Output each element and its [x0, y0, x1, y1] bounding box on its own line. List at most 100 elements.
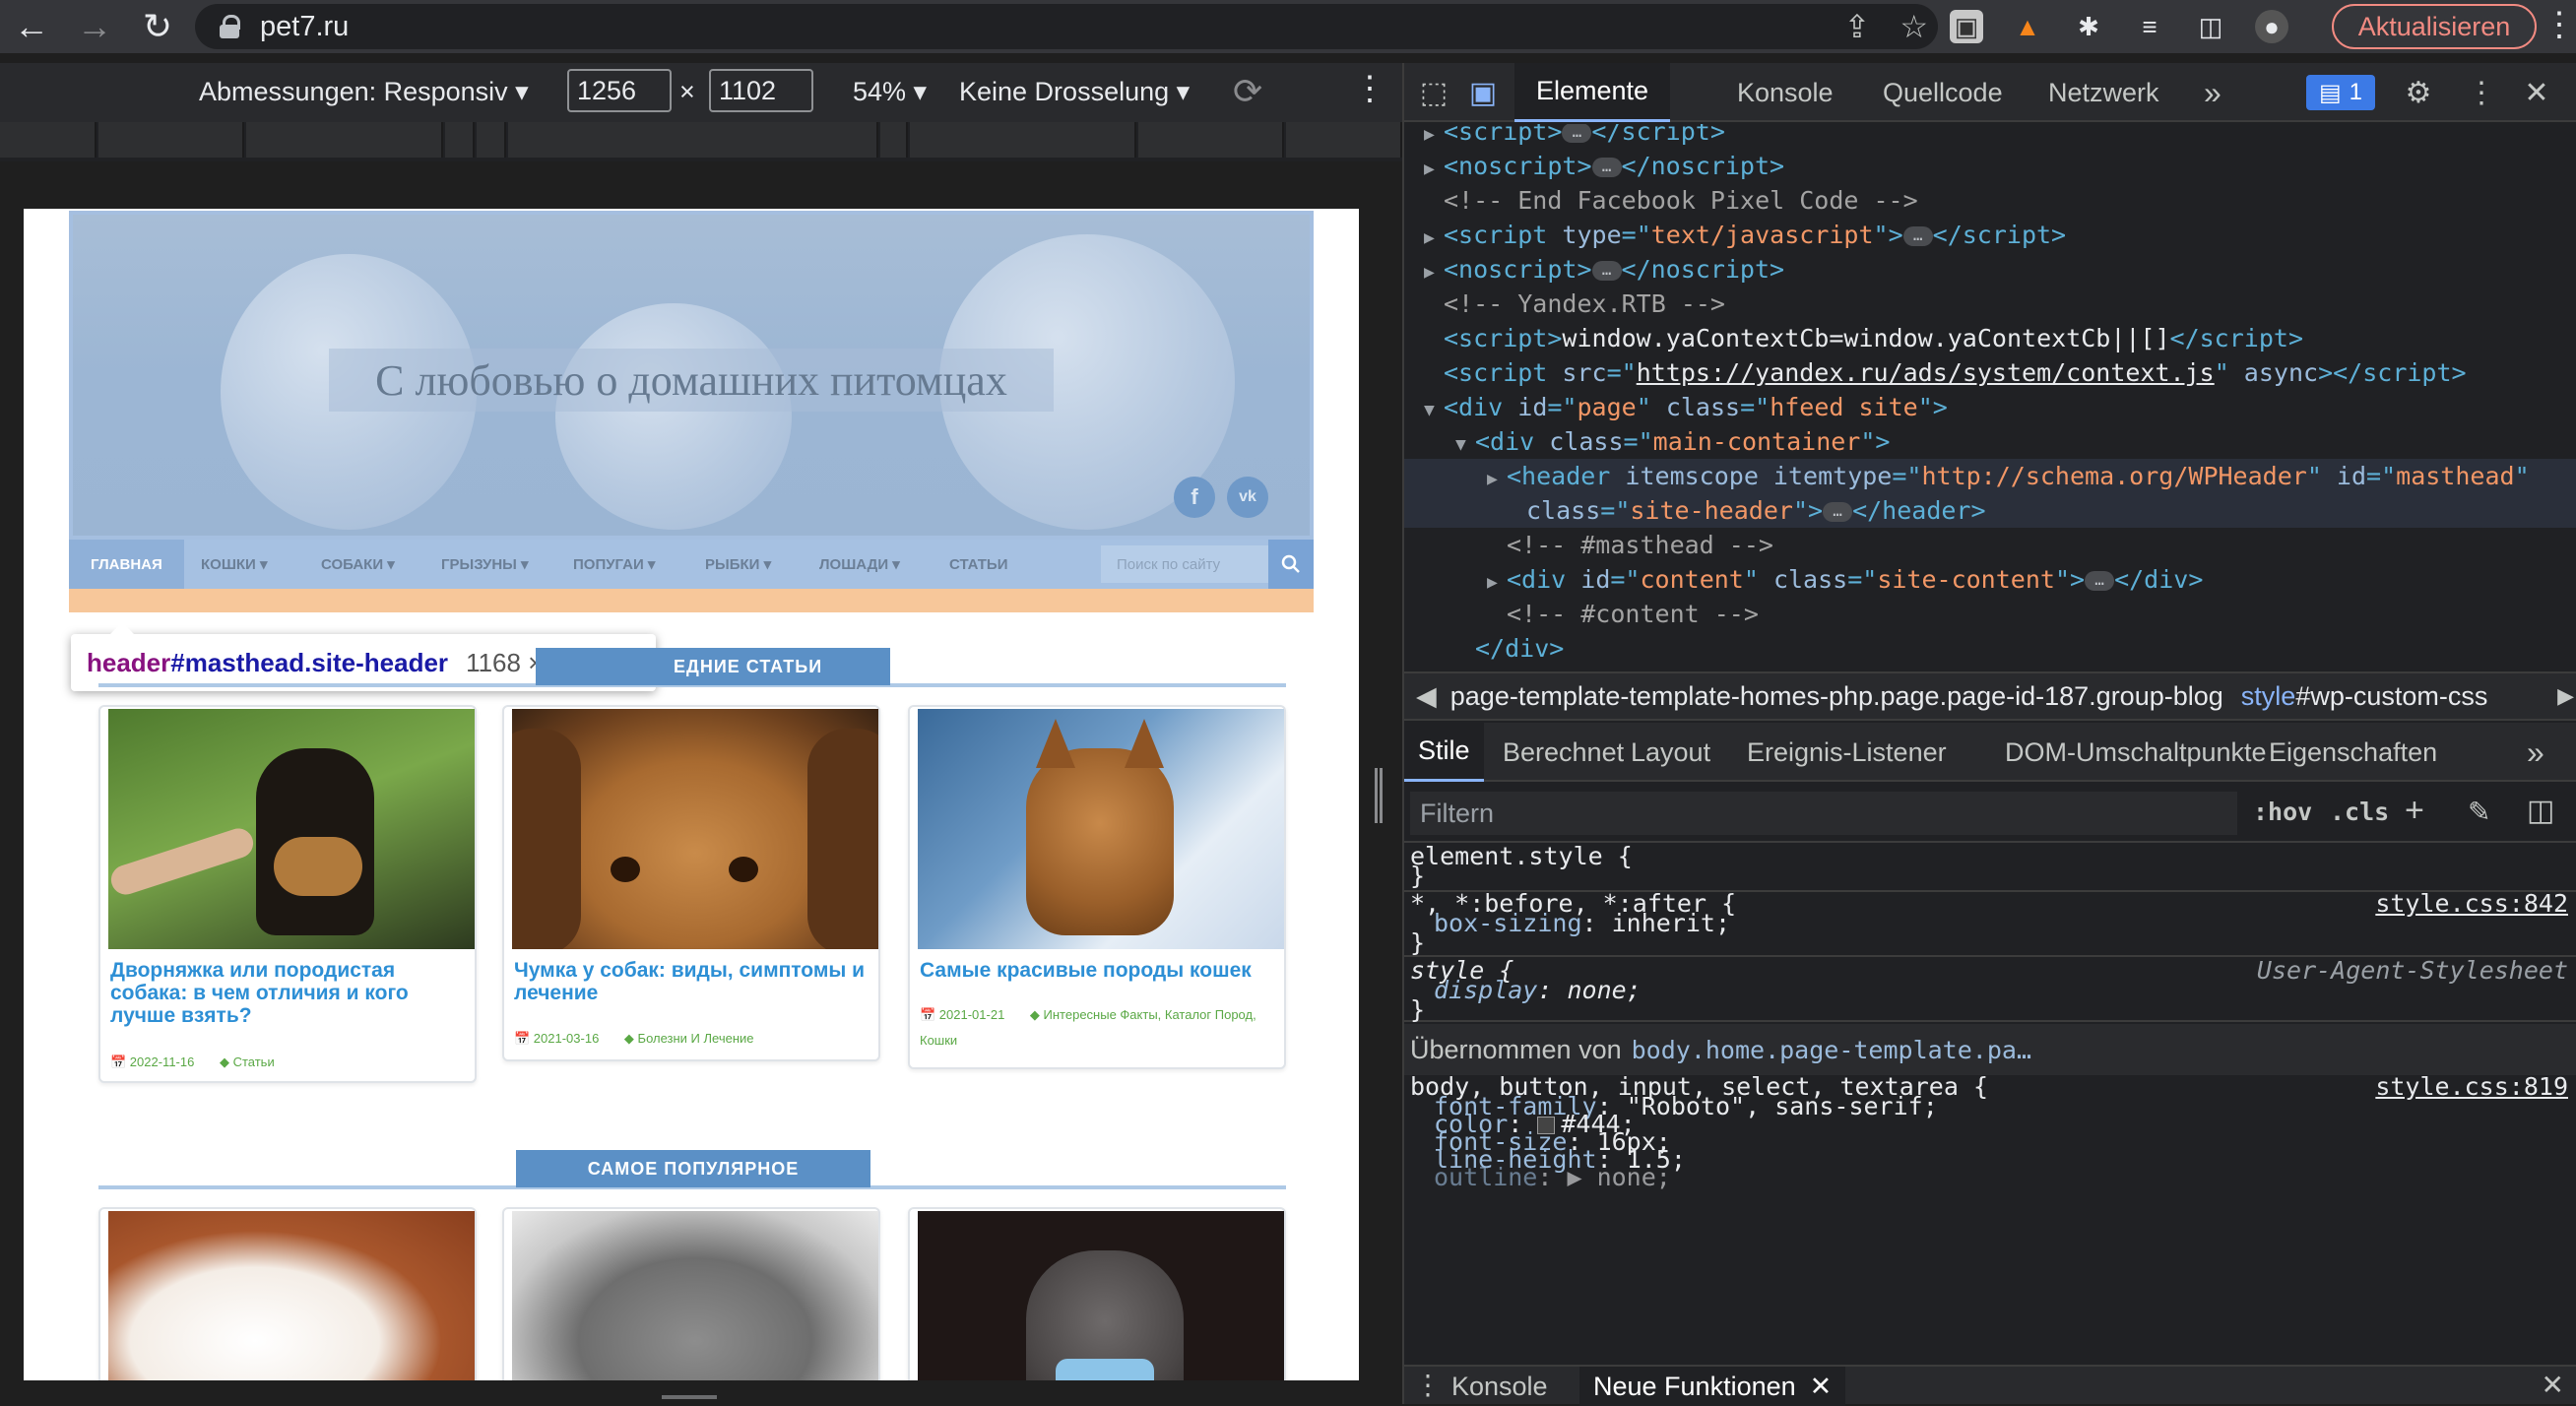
viewport-side-resize-handle[interactable] — [1375, 768, 1383, 823]
drawer-menu-icon[interactable]: ⋮ — [1414, 1369, 1442, 1401]
more-tabs-icon[interactable]: » — [2204, 63, 2222, 122]
article-category[interactable]: ◆ Болезни И Лечение — [624, 1031, 754, 1046]
media-query-segment[interactable] — [1286, 122, 1402, 158]
metamask-fox-icon[interactable]: ▲ — [2011, 10, 2044, 43]
article-image-puppy[interactable] — [108, 1211, 475, 1380]
dom-node-markup[interactable]: <!-- #content --> — [1507, 600, 1759, 628]
tab-layout[interactable]: Layout — [1631, 723, 1710, 782]
profile-avatar[interactable]: ● — [2255, 10, 2288, 43]
article-image-cat[interactable] — [918, 709, 1284, 949]
expand-triangle-icon[interactable]: ▶ — [1424, 221, 1444, 255]
viewport-resize-handle[interactable] — [662, 1395, 717, 1399]
article-title[interactable]: Самые красивые породы кошек — [920, 959, 1274, 982]
article-title[interactable]: Чумка у собак: виды, симптомы и лечение — [514, 959, 869, 1004]
site-title[interactable]: С любовью о домашних питомцах — [329, 349, 1054, 412]
new-rule-plus-icon[interactable]: + — [2405, 792, 2424, 830]
close-icon[interactable]: ✕ — [1810, 1372, 1833, 1402]
paint-brush-icon[interactable]: ✎ — [2468, 796, 2490, 828]
forward-icon[interactable]: → — [63, 0, 126, 53]
property-name[interactable]: outline — [1434, 1163, 1537, 1191]
rule-declaration[interactable]: outline: ▶ none; — [1434, 1160, 1671, 1194]
dom-node-line[interactable]: ▶ <noscript>… </noscript> — [1404, 252, 2576, 289]
expand-triangle-icon[interactable]: ▶ — [1487, 565, 1507, 600]
media-query-segment[interactable] — [910, 122, 1136, 158]
dom-node-markup[interactable]: <div id="page" class="hfeed site"> — [1444, 393, 1948, 421]
dom-node-markup[interactable]: <script>window.yaContextCb=window.yaCont… — [1444, 324, 2303, 352]
devtools-more-icon[interactable]: ⋮ — [2462, 73, 2501, 112]
article-card[interactable]: Дворняжка или породистая собака: в чем о… — [98, 705, 477, 1083]
article-image-dog-closeup[interactable] — [512, 709, 878, 949]
dom-node-markup[interactable]: <script>… </script> — [1444, 124, 1725, 146]
expand-triangle-icon[interactable]: ▶ — [1487, 462, 1507, 496]
height-input[interactable] — [709, 69, 813, 112]
article-image-chinchilla[interactable] — [512, 1211, 878, 1380]
dom-node-line[interactable]: <!-- End Facebook Pixel Code --> — [1404, 183, 2576, 218]
site-search-button[interactable] — [1268, 540, 1314, 589]
article-image-dog[interactable] — [108, 709, 475, 949]
menu-item-rodents[interactable]: ГРЫЗУНЫ ▾ — [441, 540, 529, 589]
media-query-segment[interactable] — [508, 122, 878, 158]
menu-item-horses[interactable]: ЛОШАДИ ▾ — [819, 540, 900, 589]
breadcrumb-right-arrow-icon[interactable]: ▶ — [2557, 683, 2574, 709]
dom-node-markup[interactable]: <script type="text/javascript">… </script… — [1444, 221, 2066, 249]
style-rule-universal[interactable]: *, *:before, *:after { style.css:842 box… — [1404, 889, 2576, 957]
menu-item-home[interactable]: ГЛАВНАЯ — [69, 540, 184, 589]
menu-item-cats[interactable]: КОШКИ ▾ — [201, 540, 268, 589]
rotate-icon[interactable]: ⟳ — [1233, 71, 1262, 112]
lock-icon[interactable] — [219, 15, 242, 38]
tab-sources[interactable]: Quellcode — [1883, 63, 2003, 122]
tab-properties[interactable]: Eigenschaften — [2269, 723, 2437, 782]
side-panel-icon[interactable]: ◫ — [2194, 10, 2227, 43]
media-query-segment[interactable] — [880, 122, 908, 158]
breadcrumb-body[interactable]: page-template-template-homes-php.page.pa… — [1450, 681, 2223, 712]
hov-toggle[interactable]: :hov — [2253, 798, 2312, 826]
style-rule-element[interactable]: element.style { } — [1404, 845, 2576, 892]
dom-node-line[interactable]: <!-- #masthead --> — [1404, 528, 2576, 562]
device-more-icon[interactable]: ⋮ — [1353, 69, 1386, 108]
breadcrumb-left-arrow-icon[interactable]: ◀ — [1416, 681, 1437, 712]
facebook-icon[interactable]: f — [1174, 477, 1215, 518]
dom-node-markup[interactable]: <noscript>… </noscript> — [1444, 255, 1784, 284]
article-card[interactable] — [908, 1207, 1286, 1380]
property-value[interactable]: "Roboto", sans-serif; — [1627, 1092, 1938, 1120]
media-query-segment[interactable] — [246, 122, 443, 158]
dom-node-line[interactable]: <!-- Yandex.RTB --> — [1404, 287, 2576, 321]
article-card[interactable] — [502, 1207, 880, 1380]
property-name[interactable]: box-sizing — [1434, 909, 1582, 937]
property-value[interactable]: ▶ none; — [1567, 1163, 1670, 1191]
tab-elements[interactable]: Elemente — [1514, 63, 1671, 122]
dimensions-dropdown[interactable]: Abmessungen: Responsiv ▾ — [199, 77, 529, 107]
vk-icon[interactable]: vk — [1227, 477, 1268, 518]
rule-source-link[interactable]: style.css:819 — [2375, 1069, 2568, 1104]
styles-filter-input[interactable]: Filtern — [1410, 792, 2237, 835]
article-card[interactable]: Самые красивые породы кошек 📅 2021-01-21… — [908, 705, 1286, 1069]
dom-node-line[interactable]: ▼ <div class="main-container"> — [1404, 424, 2576, 462]
close-drawer-icon[interactable]: ✕ — [2542, 1369, 2564, 1401]
browser-menu-icon[interactable]: ⋮ — [2543, 8, 2576, 41]
inspect-element-icon[interactable]: ⬚ — [1414, 73, 1453, 112]
article-image-cat-mask[interactable] — [918, 1211, 1284, 1380]
back-icon[interactable]: ← — [0, 0, 63, 53]
url-text[interactable]: pet7.ru — [260, 11, 349, 43]
media-query-segment[interactable] — [477, 122, 506, 158]
media-query-segment[interactable] — [1138, 122, 1284, 158]
device-toggle-icon[interactable]: ▣ — [1463, 73, 1503, 112]
rule-declaration[interactable]: box-sizing: inherit; — [1434, 906, 1730, 940]
dom-node-markup[interactable]: <div id="content" class="site-content">…… — [1507, 565, 2203, 594]
drawer-tab-console[interactable]: Konsole — [1451, 1367, 1548, 1406]
dom-node-markup[interactable]: <noscript>… </noscript> — [1444, 152, 1784, 180]
expand-triangle-icon[interactable]: ▶ — [1424, 124, 1444, 152]
rule-selector[interactable]: element.style { — [1410, 845, 1633, 873]
zoom-dropdown[interactable]: 54% ▾ — [853, 77, 927, 107]
update-button[interactable]: Aktualisieren — [2332, 4, 2537, 49]
cls-toggle[interactable]: .cls — [2330, 798, 2389, 826]
rule-source-link[interactable]: style.css:842 — [2375, 886, 2568, 921]
tab-computed[interactable]: Berechnet — [1503, 723, 1624, 782]
dom-node-line[interactable]: ▶ <header itemscope itemtype="http://sche… — [1404, 459, 2576, 496]
settings-gear-icon[interactable]: ⚙ — [2399, 73, 2438, 112]
dom-node-markup[interactable]: </div> — [1475, 634, 1564, 663]
collapse-triangle-icon[interactable]: ▼ — [1424, 393, 1444, 427]
dom-node-line[interactable]: ▶ <script>… </script> — [1404, 124, 2576, 152]
media-query-segment[interactable] — [98, 122, 244, 158]
dom-node-markup[interactable]: class="site-header">… </header> — [1526, 496, 1986, 525]
